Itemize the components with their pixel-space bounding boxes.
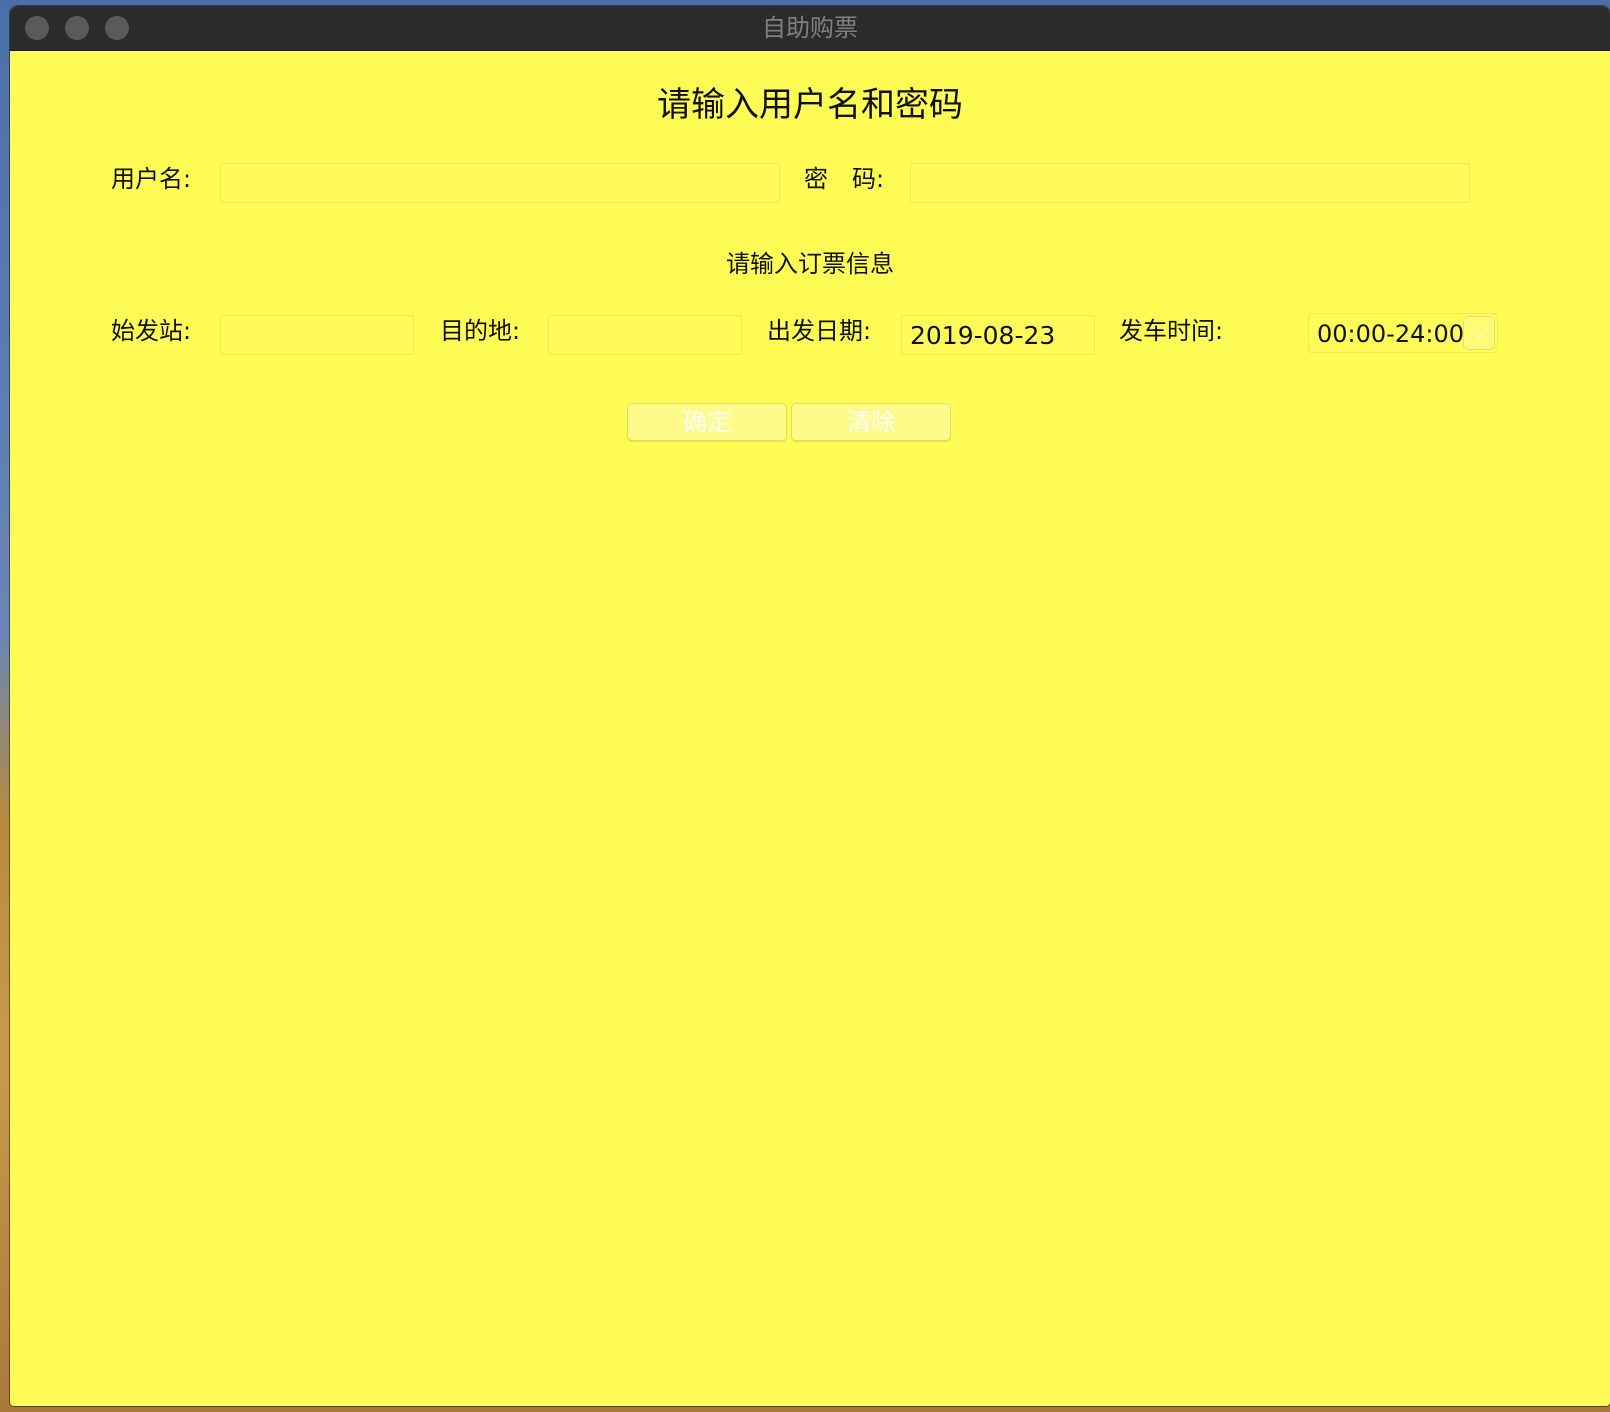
destination-input[interactable] xyxy=(548,315,742,355)
booking-heading: 请输入订票信息 xyxy=(726,250,894,278)
password-label: 密 码: xyxy=(804,165,885,193)
window-title: 自助购票 xyxy=(762,14,858,42)
main-panel: 请输入用户名和密码 用户名: 密 码: 请输入订票信息 始发站: 目的地: 出发… xyxy=(10,51,1610,1406)
clear-button[interactable]: 清除 xyxy=(791,403,951,441)
departure-time-value: 00:00-24:00 xyxy=(1317,320,1464,348)
title-bar: 自助购票 xyxy=(10,6,1610,51)
departure-date-input[interactable] xyxy=(901,315,1095,355)
departure-time-label: 发车时间: xyxy=(1119,317,1224,345)
password-input[interactable] xyxy=(910,163,1470,203)
username-input[interactable] xyxy=(220,163,780,203)
departure-date-label: 出发日期: xyxy=(767,317,872,345)
origin-input[interactable] xyxy=(220,315,414,355)
confirm-button[interactable]: 确定 xyxy=(627,403,787,441)
login-heading: 请输入用户名和密码 xyxy=(657,85,963,125)
chevron-down-icon[interactable]: ⌄ xyxy=(1463,316,1495,350)
username-label: 用户名: xyxy=(111,165,192,193)
destination-label: 目的地: xyxy=(440,317,521,345)
origin-label: 始发站: xyxy=(111,317,192,345)
app-window: 自助购票 请输入用户名和密码 用户名: 密 码: 请输入订票信息 始发站: 目的… xyxy=(10,6,1610,1406)
departure-time-select[interactable]: 00:00-24:00 ⌄ xyxy=(1308,313,1498,353)
